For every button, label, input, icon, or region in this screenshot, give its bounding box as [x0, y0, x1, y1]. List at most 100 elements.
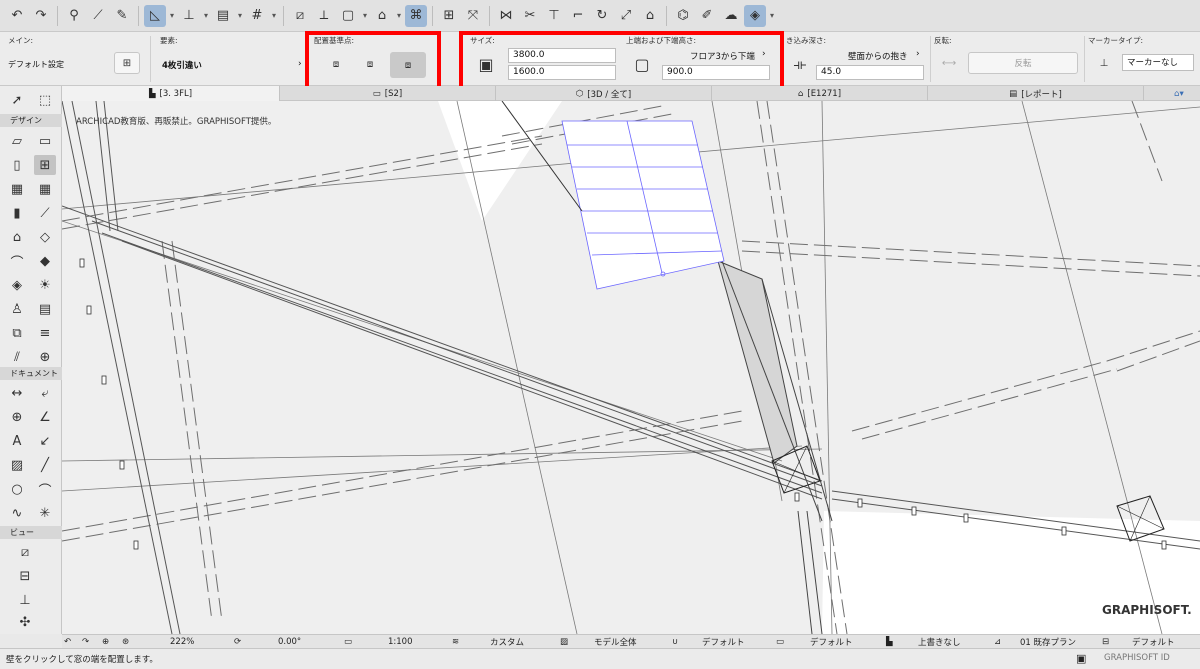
dimension-tool-icon[interactable]: ↔ [6, 383, 28, 403]
grid-snap-icon[interactable]: # [246, 5, 268, 27]
arc-tool-icon[interactable]: ⌒ [34, 479, 56, 499]
worksheet-tool-icon[interactable]: ✣ [14, 612, 36, 632]
column-icon[interactable]: ▮ [6, 203, 28, 223]
marquee-tool-icon[interactable]: ⬚ [34, 90, 56, 110]
eyedropper-plus-icon[interactable]: ⚲ [63, 5, 85, 27]
interior-elevation-tool-icon[interactable]: ⊥ [14, 590, 36, 610]
level-dimension-tool-icon[interactable]: ⤶ [34, 383, 56, 403]
rotate-icon[interactable]: ↻ [591, 5, 613, 27]
tab-elevation[interactable]: ⌂ [E1271] [712, 86, 928, 101]
merge-icon[interactable]: ⋈ [495, 5, 517, 27]
circle-tool-icon[interactable]: ○ [6, 479, 28, 499]
resize-icon[interactable]: ⤢ [615, 5, 637, 27]
elevation-icon[interactable]: ⊤ [543, 5, 565, 27]
angle-dimension-tool-icon[interactable]: ∠ [34, 407, 56, 427]
pen-set-value[interactable]: デフォルト [702, 636, 745, 648]
line-tool-icon[interactable]: ╱ [34, 455, 56, 475]
zoom-fit-icon[interactable]: ⊛ [122, 636, 129, 648]
renovation-icon[interactable]: ☁ [720, 5, 742, 27]
design-header[interactable]: デザイン [0, 114, 62, 127]
curtain-wall-tool-icon[interactable]: ▦ [6, 179, 28, 199]
undo-icon[interactable]: ↶ [6, 5, 28, 27]
transform-icon[interactable]: ⤧ [462, 5, 484, 27]
reference-icon[interactable]: ⟂ [313, 5, 335, 27]
beam-tool-icon[interactable]: ⟋ [34, 203, 56, 223]
chevron-down-icon[interactable]: ▾ [236, 11, 244, 20]
settings-button[interactable]: ⊞ [114, 52, 140, 74]
fill-tool-icon[interactable]: ▨ [6, 455, 28, 475]
tab-section[interactable]: ▭ [S2] [280, 86, 496, 101]
chevron-down-icon[interactable]: ▾ [202, 11, 210, 20]
drawing-canvas[interactable]: ARCHICAD教育版、再販禁止。GRAPHISOFT提供。 GRAPHISOF… [62, 101, 1200, 634]
active-filter-icon[interactable]: ⌘ [405, 4, 427, 27]
mesh-tool-icon[interactable]: ◈ [6, 275, 28, 295]
layer-combo-value[interactable]: カスタム [490, 636, 524, 648]
scale-value[interactable]: 1:100 [388, 636, 413, 648]
dimension-value[interactable]: デフォルト [810, 636, 853, 648]
view-header[interactable]: ビュー [0, 526, 62, 539]
zoom-in-icon[interactable]: ⊕ [102, 636, 109, 648]
chevron-right-icon[interactable]: › [916, 49, 920, 59]
angle-value[interactable]: 0.00° [278, 636, 301, 648]
arrow-tool-icon[interactable]: ➚ [6, 90, 28, 110]
skylight-tool-icon[interactable]: ▦ [34, 179, 56, 199]
pin-tool-icon[interactable]: ⊕ [34, 347, 56, 367]
chevron-down-icon[interactable]: ▾ [168, 11, 176, 20]
syringe-icon[interactable]: ✎ [111, 5, 133, 27]
section-tool-icon[interactable]: ⧄ [14, 542, 36, 562]
paint-icon[interactable]: ✐ [696, 5, 718, 27]
chevron-down-icon[interactable]: ▾ [270, 11, 278, 20]
main-value[interactable]: デフォルト設定 [8, 59, 64, 70]
spline-tool-icon[interactable]: ∿ [6, 503, 28, 523]
measure-icon[interactable]: ⊞ [438, 5, 460, 27]
marker-dropdown[interactable]: マーカーなし [1122, 54, 1194, 71]
wall-tool-icon[interactable]: ▱ [6, 131, 28, 151]
reveal-field[interactable]: 45.0 [816, 65, 924, 80]
reveal-dropdown[interactable]: 壁面からの抱き [848, 50, 908, 62]
display-icon[interactable]: ▢ [337, 5, 359, 27]
rotate-view-icon[interactable]: ⟳ [234, 636, 241, 648]
window-tool-icon[interactable]: ⊞ [34, 155, 56, 175]
home-icon[interactable]: ⌂ [639, 5, 661, 27]
element-value[interactable]: 4枚引違い [162, 59, 202, 71]
element-icon[interactable]: ⌬ [672, 5, 694, 27]
trim-icon[interactable]: ✂ [519, 5, 541, 27]
zoom-value[interactable]: 222% [170, 636, 194, 648]
radial-dimension-tool-icon[interactable]: ⊕ [6, 407, 28, 427]
window-layout-icon[interactable]: ▣ [1076, 652, 1086, 665]
model-view-value[interactable]: モデル全体 [594, 636, 637, 648]
eyedropper-icon[interactable]: ⟋ [87, 5, 109, 27]
document-header[interactable]: ドキュメント [0, 367, 62, 380]
ramp-tool-icon[interactable]: ⫽ [6, 347, 28, 367]
renovation-value[interactable]: 01 既存プラン [1020, 636, 1076, 648]
column-tool-icon[interactable]: ▭ [34, 131, 56, 151]
offset-icon[interactable]: ⌐ [567, 5, 589, 27]
lock-icon[interactable]: ⌂ [371, 5, 393, 27]
override-value[interactable]: 上書きなし [918, 636, 961, 648]
chevron-down-icon[interactable]: ▾ [395, 11, 403, 20]
elevation-tool-icon[interactable]: ⊟ [14, 566, 36, 586]
tab-report[interactable]: ▤ [レポート] [928, 86, 1144, 101]
navigator-button[interactable]: ⌂▾ [1158, 86, 1200, 101]
morph-tool-icon[interactable]: ◆ [34, 251, 56, 271]
guideline-icon[interactable]: ⊥ [178, 5, 200, 27]
stair-tool-icon[interactable]: ▤ [34, 299, 56, 319]
zone-tool-icon[interactable]: ⧉ [6, 323, 28, 343]
layer-combination-icon[interactable]: ▤ [212, 5, 234, 27]
object-tool-icon[interactable]: ♙ [6, 299, 28, 319]
layer-icon[interactable]: ◈ [744, 4, 766, 27]
text-tool-icon[interactable]: A [6, 431, 28, 451]
graphisoft-id-link[interactable]: GRAPHISOFT ID [1104, 653, 1170, 663]
lamp-tool-icon[interactable]: ☀ [34, 275, 56, 295]
redo-icon[interactable]: ↷ [30, 5, 52, 27]
undo-zoom-icon[interactable]: ↶ [64, 636, 71, 648]
shell-tool-icon[interactable]: ⌒ [6, 251, 28, 271]
structure-value[interactable]: デフォルト [1132, 636, 1175, 648]
slab-tool-icon[interactable]: ◇ [34, 227, 56, 247]
railing-tool-icon[interactable]: ≡ [34, 323, 56, 343]
tab-3d[interactable]: ⬡ [3D / 全て] [496, 86, 712, 101]
tab-floor-plan[interactable]: ▙ [3. 3FL] [62, 86, 280, 101]
chevron-down-icon[interactable]: ▾ [768, 11, 776, 20]
door-tool-icon[interactable]: ▯ [6, 155, 28, 175]
trace-icon[interactable]: ⧄ [289, 5, 311, 27]
